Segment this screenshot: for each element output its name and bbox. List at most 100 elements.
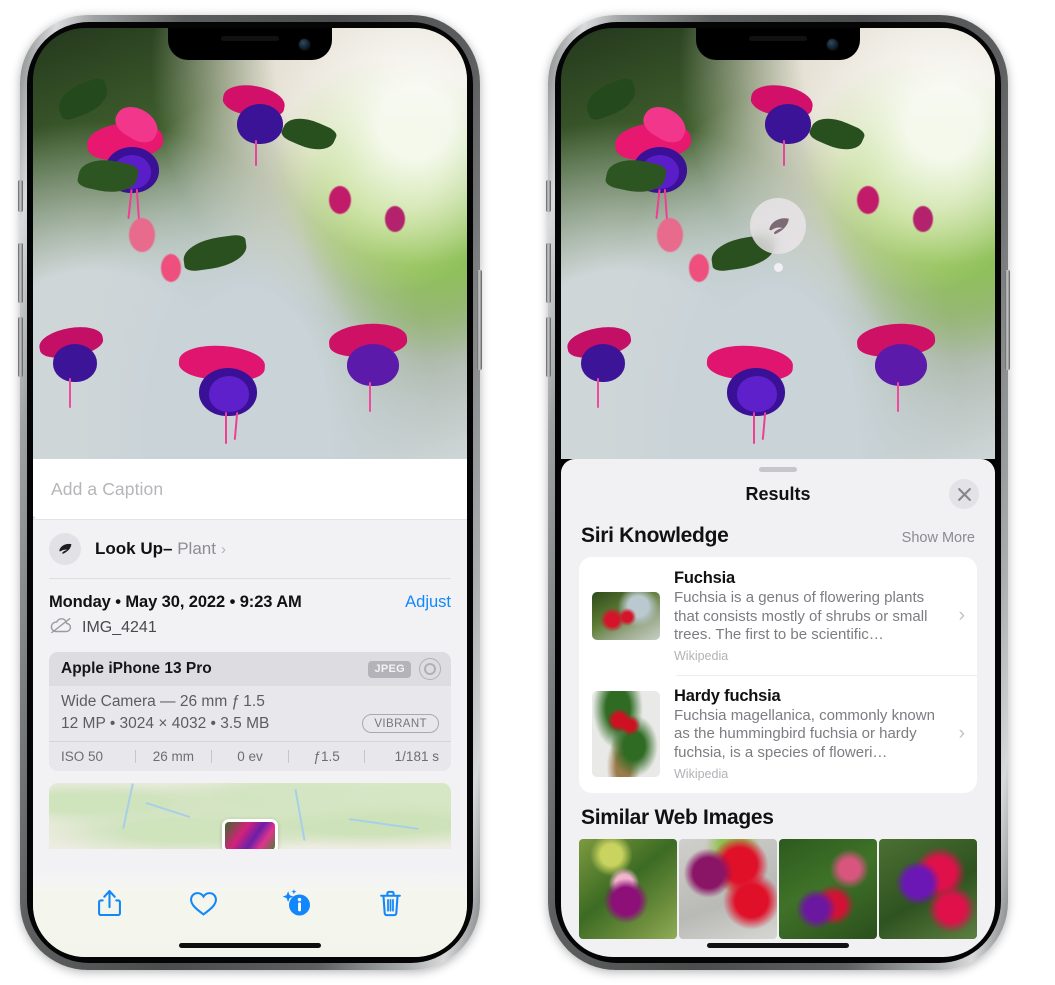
lens-info: Wide Camera — 26 mm ƒ 1.5 xyxy=(61,693,265,710)
mute-switch[interactable] xyxy=(18,180,23,212)
look-up-dash: – xyxy=(163,539,173,558)
exif-header: Apple iPhone 13 Pro JPEG xyxy=(49,652,451,686)
look-up-subject: Plant xyxy=(177,539,216,558)
display-notch xyxy=(168,28,332,60)
look-up-title: Look Up xyxy=(95,539,163,558)
bud-decor xyxy=(129,218,155,252)
home-indicator[interactable] xyxy=(707,943,849,948)
photo-viewer[interactable] xyxy=(33,28,467,459)
look-up-row[interactable]: ✦ ✦ Look Up– Plant› xyxy=(33,511,467,578)
show-more-button[interactable]: Show More xyxy=(902,530,975,546)
cloud-slash-icon xyxy=(49,617,73,639)
close-icon xyxy=(957,487,971,501)
sparkle-icon: ✦ xyxy=(33,511,38,526)
divider xyxy=(287,750,289,763)
mute-switch[interactable] xyxy=(546,180,551,212)
exif-footer: ISO 50 26 mm 0 ev ƒ1.5 1/181 s xyxy=(49,741,451,771)
photo-date: Monday • May 30, 2022 • 9:23 AM xyxy=(49,593,302,611)
divider xyxy=(211,750,213,763)
result-source: Wikipedia xyxy=(674,766,729,781)
home-indicator[interactable] xyxy=(179,943,321,948)
list-item[interactable]: Hardy fuchsia Fuchsia magellanica, commo… xyxy=(579,674,977,793)
adjust-button[interactable]: Adjust xyxy=(405,593,451,612)
date-row: Monday • May 30, 2022 • 9:23 AM Adjust xyxy=(33,579,467,614)
chevron-right-icon: › xyxy=(220,541,226,558)
section-heading: Siri Knowledge xyxy=(581,524,729,547)
volume-down-button[interactable] xyxy=(18,317,23,377)
photo-filename: IMG_4241 xyxy=(82,619,157,636)
list-item[interactable]: Fuchsia Fuchsia is a genus of flowering … xyxy=(579,557,977,675)
left-screen: Add a Caption ✦ ✦ Look Up– Plant› Monday… xyxy=(33,28,467,957)
exif-iso: ISO 50 xyxy=(61,749,104,764)
map-photo-pin[interactable] xyxy=(222,819,278,849)
close-button[interactable] xyxy=(949,479,979,509)
share-icon xyxy=(98,889,122,917)
specs-row: 12 MP • 3024 × 4032 • 3.5 MB VIBRANT xyxy=(61,714,439,733)
delete-button[interactable] xyxy=(344,883,438,923)
siri-knowledge-header: Siri Knowledge Show More xyxy=(561,516,995,557)
power-button[interactable] xyxy=(477,270,482,370)
earpiece-speaker xyxy=(749,36,807,41)
location-map-preview[interactable] xyxy=(49,783,451,849)
result-description: Fuchsia is a genus of flowering plants t… xyxy=(674,589,928,644)
display-notch xyxy=(696,28,860,60)
exif-ev: 0 ev xyxy=(237,749,263,764)
web-image-thumbnail[interactable] xyxy=(679,838,777,939)
similar-web-images-header: Similar Web Images xyxy=(561,793,995,837)
bud-decor xyxy=(329,186,351,214)
result-description: Fuchsia magellanica, commonly known as t… xyxy=(674,706,935,761)
siri-knowledge-card: Fuchsia Fuchsia is a genus of flowering … xyxy=(579,557,977,793)
info-sparkle-icon xyxy=(282,889,311,916)
camera-model: Apple iPhone 13 Pro xyxy=(61,660,212,677)
power-button[interactable] xyxy=(1005,270,1010,370)
photo-specs: 12 MP • 3024 × 4032 • 3.5 MB xyxy=(61,714,270,732)
format-badge: JPEG xyxy=(368,660,411,678)
results-header: Results xyxy=(561,472,995,516)
volume-up-button[interactable] xyxy=(18,243,23,303)
trash-icon xyxy=(379,890,401,916)
results-sheet: Results Siri Knowledge Show More Fuchsia… xyxy=(561,459,995,957)
result-body: Hardy fuchsia Fuchsia magellanica, commo… xyxy=(674,687,957,781)
result-source: Wikipedia xyxy=(674,648,729,663)
exif-aperture: ƒ1.5 xyxy=(313,749,340,764)
bud-decor xyxy=(857,186,879,214)
earpiece-speaker xyxy=(221,36,279,41)
exif-card: Apple iPhone 13 Pro JPEG Wide Camera — 2… xyxy=(49,652,451,771)
leaf-icon xyxy=(750,198,806,254)
right-iphone-device: Results Siri Knowledge Show More Fuchsia… xyxy=(546,15,1010,970)
web-image-thumbnail[interactable] xyxy=(879,838,977,939)
left-iphone-device: Add a Caption ✦ ✦ Look Up– Plant› Monday… xyxy=(18,15,482,970)
leaf-icon xyxy=(49,533,81,565)
favorite-button[interactable] xyxy=(157,883,251,923)
web-image-thumbnail[interactable] xyxy=(779,838,877,939)
bud-decor xyxy=(161,254,181,282)
chevron-right-icon: › xyxy=(958,722,965,744)
bud-decor xyxy=(385,206,405,232)
page-title: Results xyxy=(745,483,811,504)
caption-input[interactable]: Add a Caption xyxy=(33,459,467,520)
result-title: Fuchsia xyxy=(674,569,735,587)
divider xyxy=(364,750,366,763)
volume-down-button[interactable] xyxy=(546,317,551,377)
result-thumbnail xyxy=(592,591,660,640)
front-camera-icon xyxy=(827,39,838,50)
photo-info-sheet: Add a Caption ✦ ✦ Look Up– Plant› Monday… xyxy=(33,459,467,957)
info-button[interactable] xyxy=(250,883,344,923)
look-up-label: Look Up– Plant › xyxy=(95,539,226,559)
visual-lookup-badge[interactable] xyxy=(750,198,806,272)
divider xyxy=(134,750,136,763)
share-button[interactable] xyxy=(63,883,157,923)
web-image-thumbnail[interactable] xyxy=(579,838,677,939)
similar-web-images-row xyxy=(561,838,995,939)
photo-viewer[interactable] xyxy=(561,28,995,459)
bud-decor xyxy=(657,218,683,252)
result-thumbnail xyxy=(592,690,660,777)
result-body: Fuchsia Fuchsia is a genus of flowering … xyxy=(674,569,957,663)
caption-placeholder: Add a Caption xyxy=(51,478,164,499)
exif-focal: 26 mm xyxy=(152,749,195,764)
bud-decor xyxy=(913,206,933,232)
volume-up-button[interactable] xyxy=(546,243,551,303)
photographic-style-pill: VIBRANT xyxy=(362,714,439,733)
aperture-icon xyxy=(419,658,441,680)
exif-shutter: 1/181 s xyxy=(394,749,439,764)
